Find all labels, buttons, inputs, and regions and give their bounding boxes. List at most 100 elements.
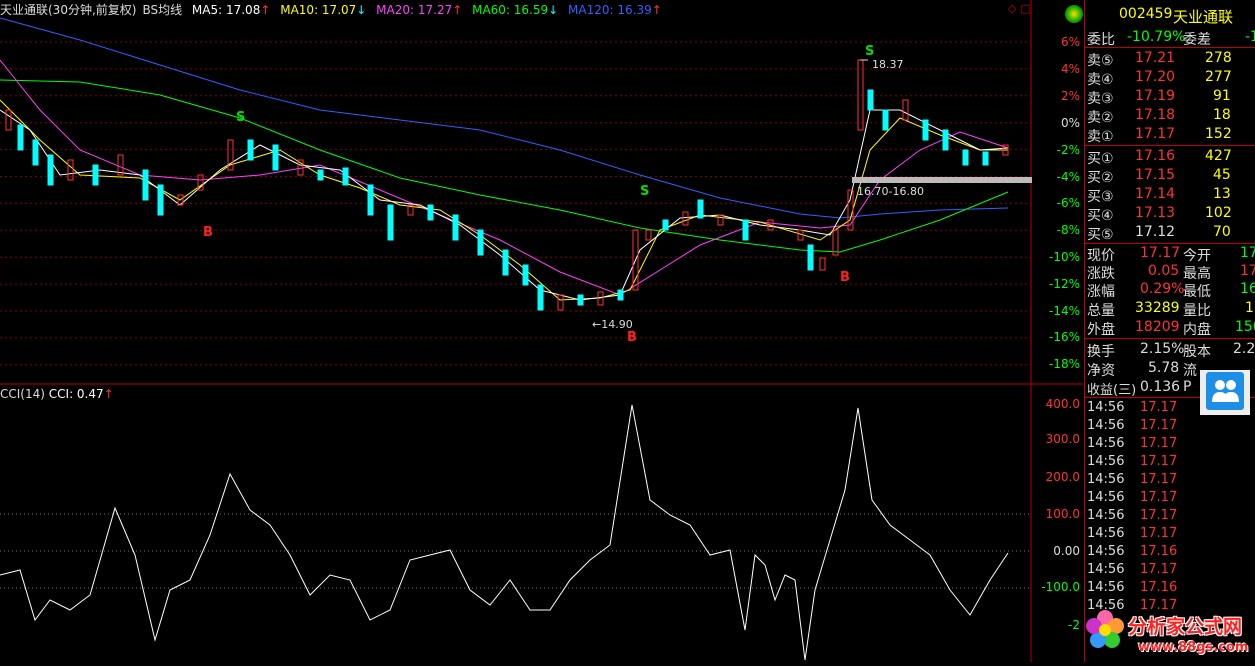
indicator-name: BS均线: [142, 3, 183, 17]
stat-row: 现价 17.17 今开 17: [1085, 244, 1255, 264]
candle: [247, 139, 254, 161]
ma5-value: MA5: 17.08: [191, 3, 261, 17]
candle: [807, 244, 814, 271]
fund-label: P: [1183, 379, 1192, 395]
order-price: 17.19: [1135, 88, 1176, 104]
down-arrow-icon: ↓: [356, 3, 367, 17]
order-row: 卖④ 17.20 277: [1085, 68, 1255, 88]
ma10-value: MA10: 17.07: [280, 3, 357, 17]
buy-signal: B: [840, 270, 850, 285]
stat-value: 18209: [1135, 319, 1180, 335]
tick-time: 14:56: [1087, 454, 1125, 469]
candle: [502, 249, 509, 276]
candle: [452, 214, 459, 241]
candle: [902, 99, 909, 121]
tick-price: 17.16: [1140, 580, 1178, 595]
order-row: 卖① 17.17 152: [1085, 125, 1255, 145]
tick-time: 14:56: [1087, 472, 1125, 487]
tick-price: 17.17: [1140, 472, 1178, 487]
tick-time: 14:56: [1087, 436, 1125, 451]
fund-value: 0.136: [1140, 379, 1181, 395]
stat-label: 外盘: [1087, 322, 1115, 338]
order-label: 卖③: [1087, 91, 1114, 107]
candle: [32, 139, 39, 166]
stat-label: 量比: [1183, 303, 1211, 319]
ma60-value: MA60: 16.59: [472, 3, 549, 17]
tick-row: 14:56 17.17: [1085, 453, 1255, 472]
watermark-brand: 分析家公式网: [1128, 616, 1243, 638]
stat-value: 33289: [1135, 300, 1180, 316]
candle: [617, 289, 624, 301]
candle: [92, 164, 99, 186]
candle: [157, 184, 164, 216]
order-price: 17.15: [1135, 167, 1176, 183]
tick-price: 17.17: [1140, 562, 1178, 577]
axis-label: 200.0: [1045, 470, 1080, 484]
axis-label: -16%: [1048, 330, 1080, 344]
sell-signal: S: [236, 110, 246, 125]
order-volume: 152: [1205, 126, 1232, 142]
stat-row: 涨跌 0.05 最高 17: [1085, 262, 1255, 282]
order-label: 买③: [1087, 189, 1114, 205]
order-row: 卖② 17.18 18: [1085, 106, 1255, 126]
order-row: 买⑤ 17.12 70: [1085, 223, 1255, 243]
candle: [645, 229, 652, 241]
candle: [922, 119, 929, 141]
divider: [1085, 145, 1255, 146]
order-volume: 278: [1205, 50, 1232, 66]
order-row: 买① 17.16 427: [1085, 147, 1255, 167]
chat-button[interactable]: [1200, 370, 1250, 415]
watermark-url: www.88gs.com: [1138, 640, 1249, 655]
axis-label: 300.0: [1045, 432, 1080, 446]
axis-label: 400.0: [1045, 397, 1080, 411]
tick-row: 14:56 17.16: [1085, 579, 1255, 598]
candle: [537, 284, 544, 311]
fund-label: 流: [1183, 363, 1197, 379]
axis-label: -10%: [1048, 250, 1080, 264]
fund-label: 收益(三): [1087, 383, 1137, 398]
tick-price: 17.17: [1140, 400, 1178, 415]
candle: [819, 257, 826, 271]
axis-label: 6%: [1060, 35, 1080, 49]
axis-label: 2%: [1060, 89, 1080, 103]
tick-row: 14:56 17.17: [1085, 561, 1255, 580]
tick-price: 17.17: [1140, 490, 1178, 505]
candle: [197, 174, 204, 191]
candle: [522, 264, 529, 286]
order-label: 买①: [1087, 151, 1114, 167]
buy-signal: B: [627, 330, 637, 345]
sell-signal: S: [640, 184, 650, 199]
order-price: 17.13: [1135, 205, 1176, 221]
tick-price: 17.17: [1140, 526, 1178, 541]
order-row: 买③ 17.14 13: [1085, 185, 1255, 205]
candle: [982, 151, 989, 166]
axis-label: -6%: [1056, 196, 1080, 210]
order-label: 买②: [1087, 170, 1114, 186]
tick-time: 14:56: [1087, 526, 1125, 541]
order-volume: 91: [1213, 88, 1231, 104]
weibi-label: 委比: [1087, 32, 1115, 48]
quote-panel: 002459 天业通联 委比 -10.79% 委差 -1 卖⑤ 17.21 27…: [1065, 0, 1255, 662]
stat-label: 涨幅: [1087, 284, 1115, 300]
fund-label: 净资: [1087, 363, 1115, 379]
price-chart[interactable]: [0, 0, 1083, 662]
tick-row: 14:56 17.17: [1085, 417, 1255, 436]
divider: [1085, 338, 1255, 339]
stock-code: 002459: [1119, 6, 1173, 22]
order-volume: 70: [1213, 224, 1231, 240]
stat-row: 外盘 18209 内盘 150: [1085, 318, 1255, 338]
chart-area[interactable]: 天业通联(30分钟,前复权) BS均线 MA5: 17.08↑ MA10: 17.…: [0, 0, 1083, 662]
candle: [17, 124, 24, 151]
stat-value: 17: [1240, 263, 1255, 279]
order-volume: 13: [1213, 186, 1231, 202]
order-volume: 102: [1205, 205, 1232, 221]
candle: [427, 204, 434, 221]
order-volume: 427: [1205, 148, 1232, 164]
panel-control-icons[interactable]: ◇ □: [1008, 2, 1030, 15]
tick-time: 14:56: [1087, 400, 1125, 415]
order-price: 17.17: [1135, 126, 1176, 142]
candle: [317, 169, 324, 181]
cci-value: CCI: 0.47: [48, 387, 104, 401]
weibi-value: -10.79%: [1127, 29, 1186, 45]
order-row: 卖⑤ 17.21 278: [1085, 49, 1255, 69]
